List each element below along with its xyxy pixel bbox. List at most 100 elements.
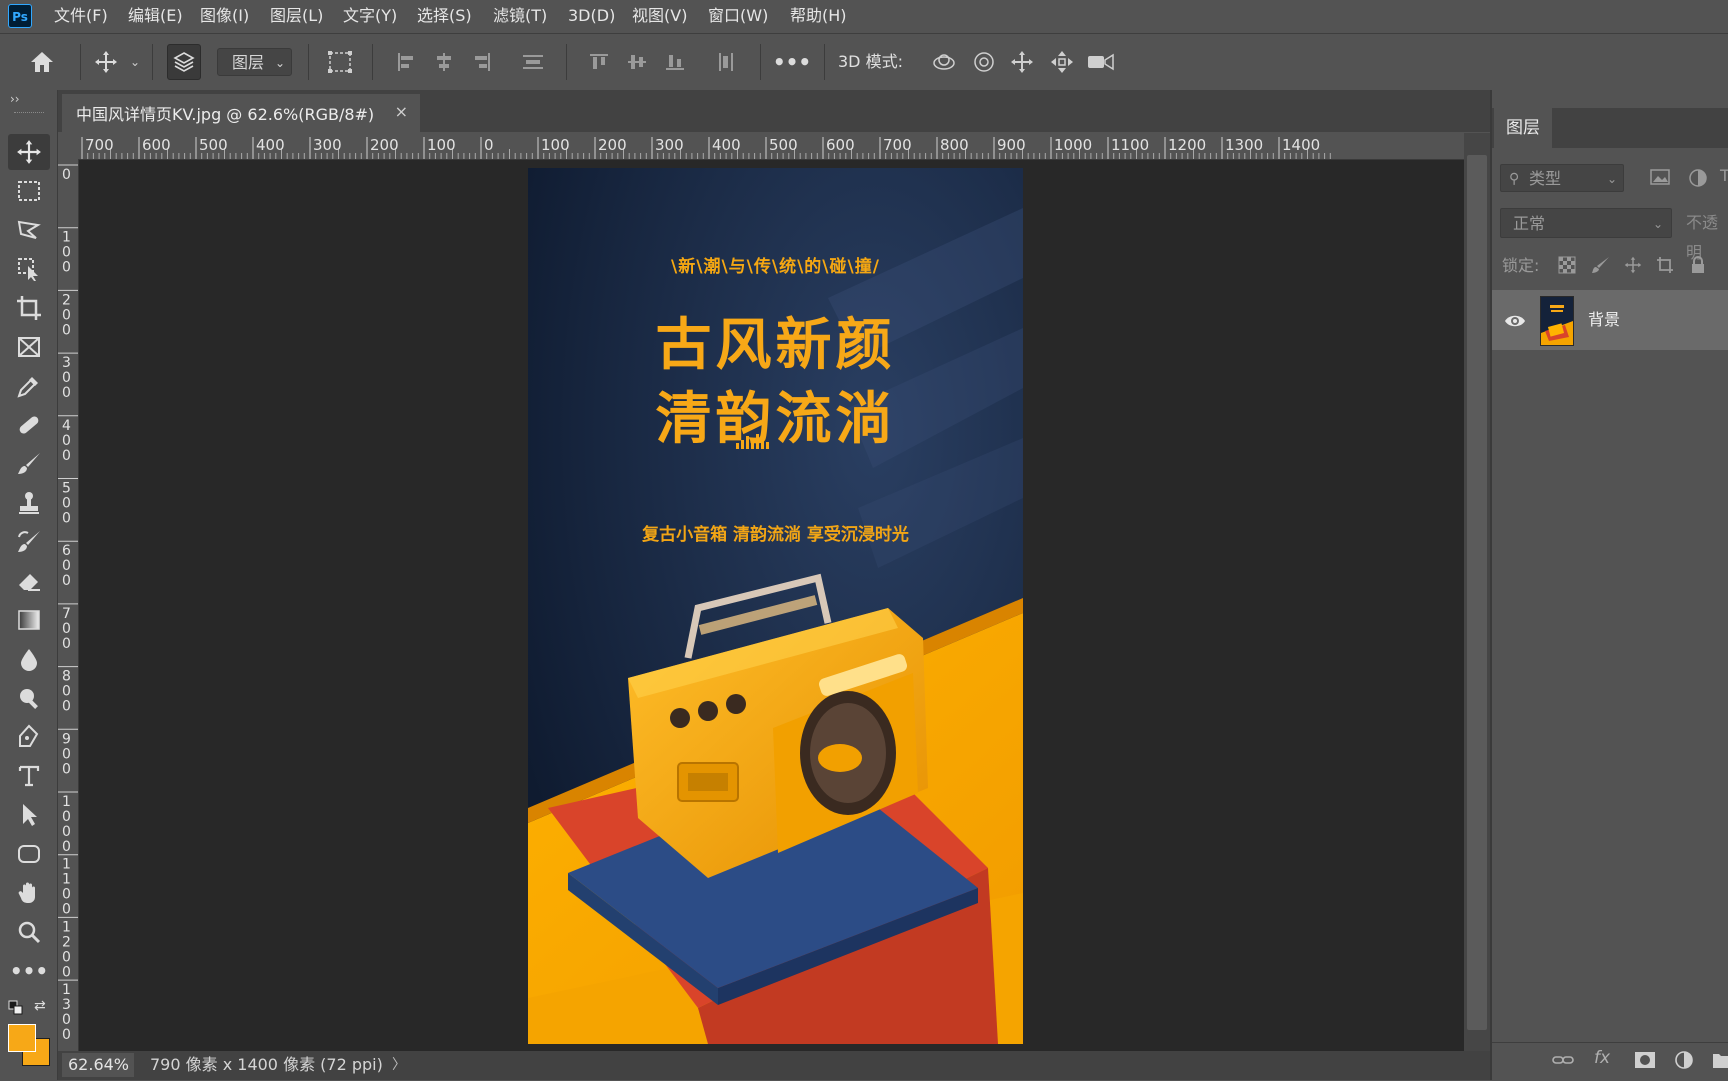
layer-kind-filter[interactable]: ⚲ 类型 ⌄: [1500, 164, 1624, 192]
document-canvas-image[interactable]: \新\潮\与\传\统\的\碰\撞/ 古风新颜 清韵流淌 复古小音箱 清韵流淌 享…: [528, 168, 1023, 1044]
menu-file[interactable]: 文件(F): [52, 0, 110, 32]
add-mask-icon[interactable]: [1634, 1050, 1656, 1070]
menu-edit[interactable]: 编辑(E): [126, 0, 185, 32]
zoom-level-field[interactable]: 62.64%: [62, 1053, 134, 1077]
crop-tool-button[interactable]: [8, 290, 50, 326]
foreground-color-swatch[interactable]: [8, 1024, 36, 1052]
type-tool-button[interactable]: [8, 758, 50, 794]
distribute-vertical-icon[interactable]: [712, 34, 740, 90]
video-camera-3d-icon[interactable]: [1084, 34, 1118, 90]
align-top-icon[interactable]: [585, 34, 613, 90]
menu-layer[interactable]: 图层(L): [268, 0, 325, 32]
link-layers-icon[interactable]: [1552, 1050, 1574, 1070]
move-tool-icon[interactable]: [92, 34, 120, 90]
menu-help[interactable]: 帮助(H): [788, 0, 849, 32]
ruler-label: 400: [256, 136, 285, 154]
lock-all-icon[interactable]: [1690, 256, 1706, 274]
separator: [760, 44, 761, 80]
object-select-tool-button[interactable]: [8, 251, 50, 287]
ruler-label-digit: 9: [62, 731, 71, 747]
separator: [152, 44, 153, 80]
auto-select-target-dropdown[interactable]: 图层 ⌄: [217, 48, 292, 76]
tab-layers[interactable]: 图层: [1494, 108, 1552, 148]
ruler-origin[interactable]: [58, 133, 78, 159]
lock-transparent-pixels-icon[interactable]: [1558, 256, 1576, 274]
swap-colors-icon[interactable]: ⇄: [34, 998, 50, 1014]
orbit-3d-icon[interactable]: [928, 34, 960, 90]
move-tool-button[interactable]: [8, 134, 50, 170]
filter-type-layer-icon[interactable]: T: [1720, 166, 1728, 186]
menu-image[interactable]: 图像(I): [198, 0, 251, 32]
expand-panel-icon[interactable]: ››: [10, 92, 20, 106]
slide-3d-icon[interactable]: [1046, 34, 1078, 90]
chevron-down-icon: ⌄: [1652, 217, 1663, 231]
align-vertical-center-icon[interactable]: [623, 34, 651, 90]
roll-3d-icon[interactable]: [968, 34, 1000, 90]
layer-style-fx-icon[interactable]: fx: [1594, 1048, 1610, 1068]
polygonal-lasso-icon: [17, 220, 41, 239]
lasso-tool-button[interactable]: [8, 212, 50, 248]
filter-pixel-layer-icon[interactable]: [1650, 168, 1670, 188]
more-options-icon[interactable]: •••: [773, 34, 811, 90]
hand-tool-button[interactable]: [8, 875, 50, 911]
align-right-icon[interactable]: [468, 34, 496, 90]
close-icon[interactable]: ×: [395, 102, 408, 121]
ruler-label-digit: 0: [62, 260, 71, 276]
distribute-icon[interactable]: [518, 34, 548, 90]
lock-artboard-icon[interactable]: [1656, 256, 1674, 274]
shape-tool-button[interactable]: [8, 836, 50, 872]
clone-stamp-tool-button[interactable]: [8, 485, 50, 521]
path-selection-tool-button[interactable]: [8, 797, 50, 833]
gradient-tool-button[interactable]: [8, 602, 50, 638]
filter-adjustment-layer-icon[interactable]: [1688, 168, 1708, 188]
new-adjustment-layer-icon[interactable]: [1674, 1050, 1696, 1070]
layer-name[interactable]: 背景: [1588, 308, 1620, 332]
brush-tool-button[interactable]: [8, 446, 50, 482]
menu-3d[interactable]: 3D(D): [566, 0, 617, 32]
align-left-icon[interactable]: [392, 34, 420, 90]
vertical-scrollbar-thumb[interactable]: [1467, 155, 1487, 1030]
history-brush-tool-button[interactable]: [8, 524, 50, 560]
poster-title-line-1: 古风新颜: [655, 313, 896, 378]
status-menu-arrow-icon[interactable]: 〉: [392, 1053, 406, 1077]
dodge-tool-button[interactable]: [8, 680, 50, 716]
menu-window[interactable]: 窗口(W): [706, 0, 770, 32]
edit-toolbar-more-icon[interactable]: •••: [8, 953, 50, 989]
layer-thumbnail[interactable]: [1540, 296, 1574, 346]
eraser-tool-button[interactable]: [8, 563, 50, 599]
lock-image-pixels-icon[interactable]: [1592, 256, 1610, 274]
auto-select-toggle[interactable]: [167, 44, 201, 80]
blur-tool-button[interactable]: [8, 641, 50, 677]
menu-select[interactable]: 选择(S): [415, 0, 474, 32]
healing-brush-tool-button[interactable]: [8, 407, 50, 443]
brush-icon: [18, 453, 40, 474]
align-bottom-icon[interactable]: [661, 34, 689, 90]
document-tab[interactable]: 中国风详情页KV.jpg @ 62.6%(RGB/8#) ×: [62, 94, 420, 132]
vertical-ruler[interactable]: 0100200300400500600700800900100011001200…: [58, 159, 79, 1051]
frame-tool-button[interactable]: [8, 329, 50, 365]
pen-tool-button[interactable]: [8, 719, 50, 755]
eyedropper-tool-button[interactable]: [8, 368, 50, 404]
menu-filter[interactable]: 滤镜(T): [491, 0, 549, 32]
ruler-label: 1200: [1168, 136, 1206, 154]
horizontal-ruler[interactable]: 700 600 500 400 300 200 100 0 100 200 300 400 500 600…: [78, 133, 1464, 160]
rounded-rectangle-icon: [18, 845, 40, 863]
blend-mode-dropdown[interactable]: 正常 ⌄: [1500, 208, 1672, 238]
eye-icon[interactable]: [1504, 310, 1526, 332]
zoom-tool-button[interactable]: [8, 914, 50, 950]
marquee-tool-button[interactable]: [8, 173, 50, 209]
poster-arc-tagline: \新\潮\与\传\统\的\碰\撞/: [671, 257, 880, 277]
default-colors-icon[interactable]: [8, 1000, 24, 1016]
align-horizontal-center-icon[interactable]: [430, 34, 458, 90]
ruler-label: 1100: [1111, 136, 1149, 154]
drag-3d-icon[interactable]: [1006, 34, 1038, 90]
menu-type[interactable]: 文字(Y): [341, 0, 399, 32]
home-icon[interactable]: [26, 34, 58, 90]
toolbar-grip[interactable]: [14, 112, 44, 115]
new-group-icon[interactable]: [1712, 1050, 1728, 1070]
menu-view[interactable]: 视图(V): [630, 0, 689, 32]
transform-controls-icon[interactable]: [324, 34, 356, 90]
ruler-label-digit: 1: [62, 794, 71, 810]
chevron-down-icon[interactable]: ⌄: [128, 34, 142, 90]
lock-position-icon[interactable]: [1624, 256, 1642, 274]
